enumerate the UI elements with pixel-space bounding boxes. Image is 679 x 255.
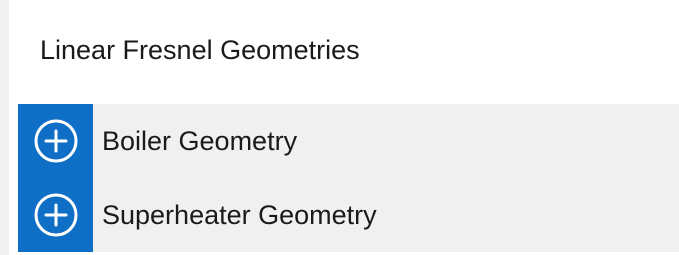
geometries-panel: Linear Fresnel Geometries Boiler Geometr… (0, 0, 679, 255)
left-divider (0, 0, 9, 255)
expand-button[interactable] (18, 178, 93, 252)
list-item-label: Superheater Geometry (102, 199, 377, 230)
section-title: Linear Fresnel Geometries (40, 35, 360, 65)
geometry-list: Boiler Geometry Superheater Geometry (18, 104, 679, 252)
plus-circle-icon (34, 193, 77, 237)
expand-button[interactable] (18, 104, 93, 178)
list-item-boiler-geometry[interactable]: Boiler Geometry (18, 104, 679, 178)
plus-circle-icon (34, 119, 77, 163)
list-item-superheater-geometry[interactable]: Superheater Geometry (18, 178, 679, 252)
list-item-label: Boiler Geometry (102, 125, 298, 156)
